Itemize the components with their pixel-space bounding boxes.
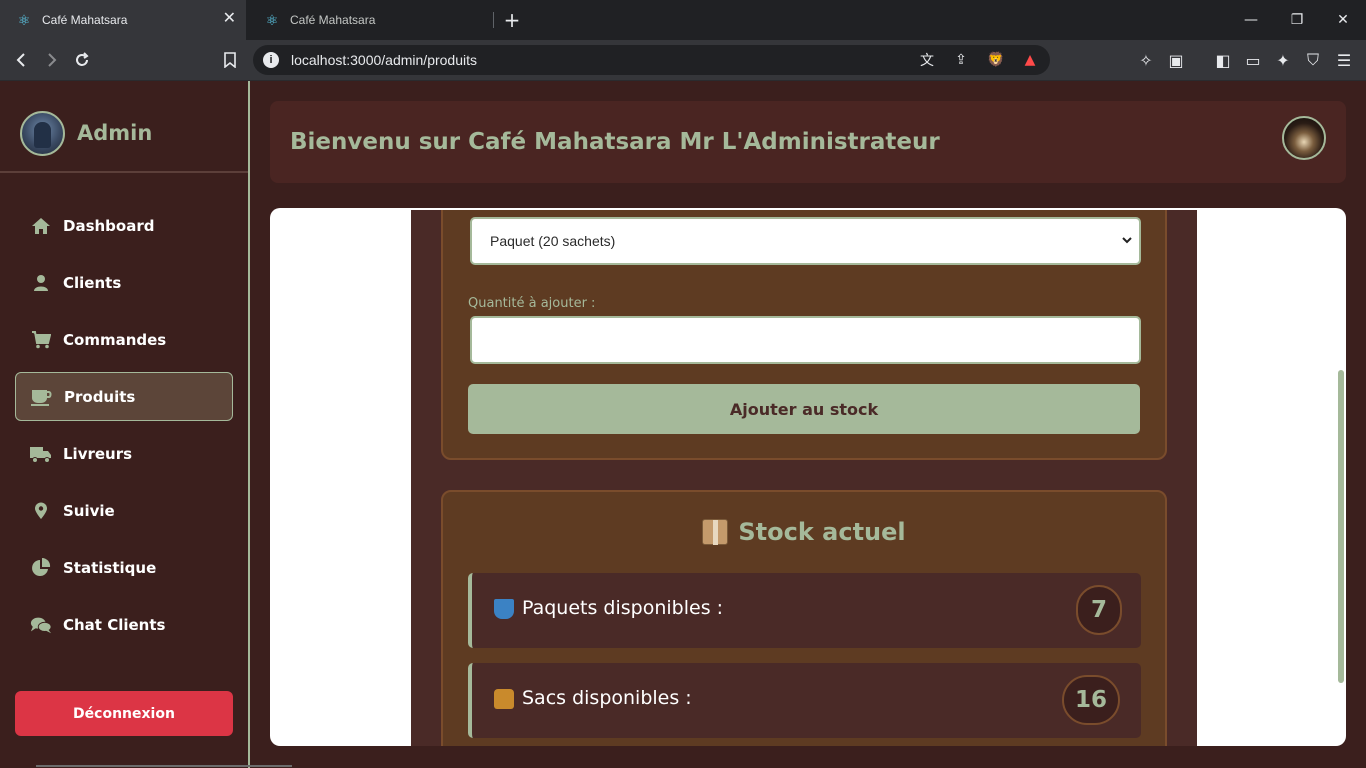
- new-tab-button[interactable]: +: [502, 8, 522, 32]
- menu-icon[interactable]: ☰: [1332, 48, 1356, 72]
- brave-rewards-icon[interactable]: ▲: [1020, 50, 1040, 70]
- share-icon[interactable]: ⇪: [951, 50, 971, 70]
- product-type-select[interactable]: Paquet (20 sachets): [470, 217, 1141, 265]
- header-avatar[interactable]: [1282, 116, 1326, 160]
- quantity-label: Quantité à ajouter :: [468, 296, 596, 311]
- coffee-cup-icon: [31, 388, 53, 406]
- product-type-selected: Paquet (20 sachets): [490, 233, 616, 249]
- admin-avatar: [20, 111, 65, 156]
- sidebar-item-label: Produits: [64, 387, 136, 406]
- sidebar-item-label: Suivie: [63, 501, 115, 520]
- stock-count-badge: 16: [1062, 675, 1120, 725]
- home-icon: [30, 217, 52, 235]
- sidebar-toggle-icon[interactable]: ◧: [1211, 48, 1235, 72]
- pie-chart-icon: [30, 557, 52, 578]
- user-icon: [30, 274, 52, 292]
- stock-count-badge: 7: [1076, 585, 1122, 635]
- stock-title-text: Stock actuel: [738, 518, 906, 546]
- restore-button[interactable]: ❐: [1274, 0, 1320, 40]
- minimize-button[interactable]: —: [1228, 0, 1274, 40]
- translate-icon[interactable]: 文: [917, 50, 937, 70]
- main-panel: Paquet (20 sachets) Quantité à ajouter :…: [270, 208, 1346, 746]
- react-icon: ⚛: [265, 11, 279, 28]
- stock-row-paquets: Paquets disponibles : 7: [468, 573, 1141, 648]
- sidebar-item-commandes[interactable]: Commandes: [15, 315, 233, 364]
- media-icon[interactable]: ▣: [1164, 48, 1188, 72]
- sidebar: Admin Dashboard Clients Commandes Produi…: [0, 81, 250, 768]
- window-close-button[interactable]: ✕: [1320, 0, 1366, 40]
- products-content: Paquet (20 sachets) Quantité à ajouter :…: [411, 210, 1197, 746]
- cart-icon: [30, 330, 52, 349]
- logout-button[interactable]: Déconnexion: [15, 691, 233, 736]
- sidebar-item-chat-clients[interactable]: Chat Clients: [15, 600, 233, 649]
- bookmark-icon[interactable]: [218, 48, 242, 72]
- admin-name: Admin: [77, 121, 153, 145]
- sidebar-item-produits[interactable]: Produits: [15, 372, 233, 421]
- admin-profile: Admin: [0, 81, 248, 173]
- site-info-icon[interactable]: i: [263, 52, 279, 68]
- tab-title: Café Mahatsara: [42, 13, 128, 27]
- sidebar-item-label: Commandes: [63, 330, 167, 349]
- sidebar-item-label: Statistique: [63, 558, 157, 577]
- package-icon: [702, 519, 729, 545]
- sidebar-item-label: Livreurs: [63, 444, 133, 463]
- sidebar-item-label: Chat Clients: [63, 615, 166, 634]
- page-title: Bienvenu sur Café Mahatsara Mr L'Adminis…: [290, 129, 940, 155]
- chat-icon: [30, 616, 52, 634]
- brave-shields-icon[interactable]: 🦁: [986, 50, 1006, 70]
- current-stock-card: Stock actuel Paquets disponibles : 7 Sac…: [441, 490, 1167, 746]
- add-stock-form: Paquet (20 sachets) Quantité à ajouter :…: [441, 210, 1167, 460]
- packet-icon: [494, 599, 514, 619]
- sidebar-item-livreurs[interactable]: Livreurs: [15, 429, 233, 478]
- react-icon: ⚛: [17, 11, 31, 28]
- back-icon[interactable]: [10, 48, 34, 72]
- truck-icon: [30, 445, 52, 463]
- tab-separator: [493, 12, 494, 28]
- stock-row-label: Sacs disponibles :: [522, 687, 692, 709]
- wallet-icon[interactable]: ▭: [1241, 48, 1265, 72]
- browser-tab-inactive[interactable]: ⚛ Café Mahatsara: [248, 0, 494, 40]
- stock-title: Stock actuel: [443, 518, 1165, 546]
- tab-title: Café Mahatsara: [290, 13, 376, 27]
- stock-row-label: Paquets disponibles :: [522, 597, 724, 619]
- bag-icon: [494, 689, 514, 709]
- browser-tab-active[interactable]: ⚛ Café Mahatsara ✕: [0, 0, 246, 40]
- reload-icon[interactable]: [70, 48, 94, 72]
- stock-row-sacs: Sacs disponibles : 16: [468, 663, 1141, 738]
- sidebar-item-dashboard[interactable]: Dashboard: [15, 201, 233, 250]
- map-pin-icon: [30, 502, 52, 520]
- sidebar-item-suivie[interactable]: Suivie: [15, 486, 233, 535]
- browser-tab-bar: ⚛ Café Mahatsara ✕ ⚛ Café Mahatsara + — …: [0, 0, 1366, 40]
- forward-icon[interactable]: [39, 48, 63, 72]
- sidebar-item-clients[interactable]: Clients: [15, 258, 233, 307]
- scrollbar-thumb[interactable]: [1338, 370, 1344, 683]
- leo-ai-icon[interactable]: ✦: [1271, 48, 1295, 72]
- chevron-down-icon: [1121, 233, 1133, 249]
- sidebar-item-label: Dashboard: [63, 216, 155, 235]
- add-to-stock-button[interactable]: Ajouter au stock: [468, 384, 1140, 434]
- quantity-input[interactable]: [470, 316, 1141, 364]
- vpn-icon[interactable]: ⛉: [1301, 48, 1325, 72]
- address-bar[interactable]: i localhost:3000/admin/produits 文 ⇪ 🦁 ▲: [253, 45, 1050, 75]
- sidebar-item-statistique[interactable]: Statistique: [15, 543, 233, 592]
- extensions-icon[interactable]: ✧: [1134, 48, 1158, 72]
- page-header: Bienvenu sur Café Mahatsara Mr L'Adminis…: [270, 101, 1346, 183]
- divider: [36, 765, 292, 767]
- sidebar-item-label: Clients: [63, 273, 122, 292]
- close-tab-icon[interactable]: ✕: [223, 11, 236, 27]
- url-text[interactable]: localhost:3000/admin/produits: [291, 52, 477, 68]
